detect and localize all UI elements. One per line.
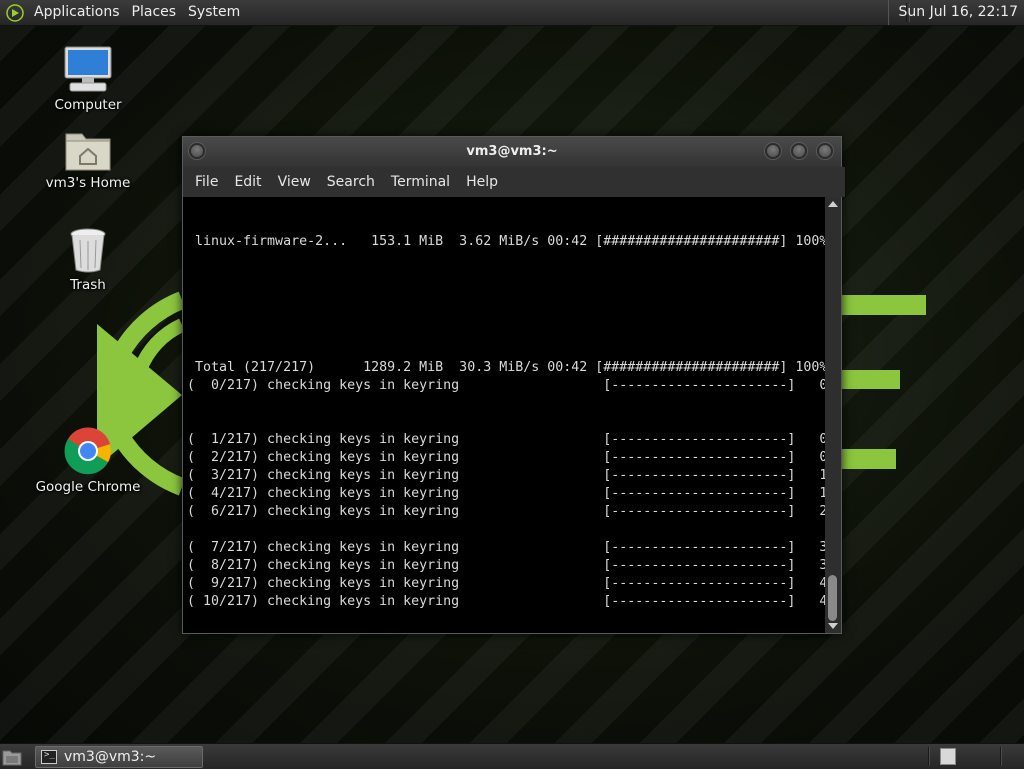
menu-help[interactable]: Help <box>458 174 506 190</box>
minimize-button[interactable] <box>765 143 781 159</box>
panel-separator <box>1000 747 1002 766</box>
menu-file[interactable]: File <box>187 174 226 190</box>
show-desktop-icon[interactable] <box>2 747 22 766</box>
desktop-icon-home[interactable]: vm3's Home <box>28 128 148 191</box>
menu-search[interactable]: Search <box>319 174 383 190</box>
terminal-window[interactable]: vm3@vm3:~ File Edit View Search Terminal… <box>182 136 842 634</box>
terminal-line: ( 7/217) checking keys in keyring [-----… <box>187 539 825 557</box>
home-folder-icon <box>64 128 112 172</box>
chrome-icon <box>63 426 113 476</box>
trash-icon <box>67 226 109 274</box>
distro-logo-icon[interactable] <box>6 4 24 22</box>
bottom-panel: >_ vm3@vm3:~ <box>0 743 1024 769</box>
computer-icon <box>62 44 114 94</box>
workspace-switcher[interactable] <box>940 748 956 765</box>
menu-view[interactable]: View <box>270 174 319 190</box>
desktop-icon-label: vm3's Home <box>28 175 148 191</box>
title-bar[interactable]: vm3@vm3:~ <box>183 137 841 167</box>
menu-places[interactable]: Places <box>126 0 183 25</box>
menu-applications[interactable]: Applications <box>28 0 126 25</box>
menu-system[interactable]: System <box>182 0 246 25</box>
vertical-scrollbar[interactable] <box>825 197 841 633</box>
close-button[interactable] <box>817 143 833 159</box>
terminal-line: ( 4/217) checking keys in keyring [-----… <box>187 485 825 503</box>
terminal-line: Total (217/217) 1289.2 MiB 30.3 MiB/s 00… <box>187 359 825 377</box>
desktop-icon-label: Computer <box>28 97 148 113</box>
taskbar-terminal-button[interactable]: >_ vm3@vm3:~ <box>35 746 203 768</box>
terminal-output[interactable]: linux-firmware-2... 153.1 MiB 3.62 MiB/s… <box>183 197 825 633</box>
terminal-line: ( 10/217) checking keys in keyring [----… <box>187 593 825 611</box>
scrollbar-thumb[interactable] <box>828 575 837 621</box>
desktop-icon-label: Google Chrome <box>28 479 148 495</box>
terminal-line: ( 9/217) checking keys in keyring [-----… <box>187 575 825 593</box>
panel-separator <box>928 747 930 766</box>
panel-clock[interactable]: Sun Jul 16, 22:17 <box>888 0 1024 25</box>
terminal-line: linux-firmware-2... 153.1 MiB 3.62 MiB/s… <box>187 233 825 251</box>
desktop-icon-trash[interactable]: Trash <box>28 226 148 293</box>
terminal-menu-bar: File Edit View Search Terminal Help <box>183 167 845 197</box>
terminal-line: ( 6/217) checking keys in keyring [-----… <box>187 503 825 521</box>
desktop-icon-chrome[interactable]: Google Chrome <box>28 426 148 495</box>
desktop-icon-computer[interactable]: Computer <box>28 44 148 113</box>
taskbar-button-label: vm3@vm3:~ <box>64 747 156 767</box>
scroll-up-arrow-icon[interactable] <box>828 201 838 207</box>
scroll-down-arrow-icon[interactable] <box>828 623 838 629</box>
terminal-line: ( 0/217) checking keys in keyring [-----… <box>187 377 825 395</box>
top-panel: Applications Places System Sun Jul 16, 2… <box>0 0 1024 26</box>
maximize-button[interactable] <box>791 143 807 159</box>
menu-terminal[interactable]: Terminal <box>383 174 458 190</box>
menu-edit[interactable]: Edit <box>226 174 269 190</box>
terminal-line: ( 3/217) checking keys in keyring [-----… <box>187 467 825 485</box>
terminal-icon: >_ <box>41 750 57 764</box>
terminal-line: ( 2/217) checking keys in keyring [-----… <box>187 449 825 467</box>
window-title: vm3@vm3:~ <box>183 137 841 167</box>
terminal-line: ( 8/217) checking keys in keyring [-----… <box>187 557 825 575</box>
terminal-line: ( 1/217) checking keys in keyring [-----… <box>187 431 825 449</box>
desktop-icon-label: Trash <box>28 277 148 293</box>
